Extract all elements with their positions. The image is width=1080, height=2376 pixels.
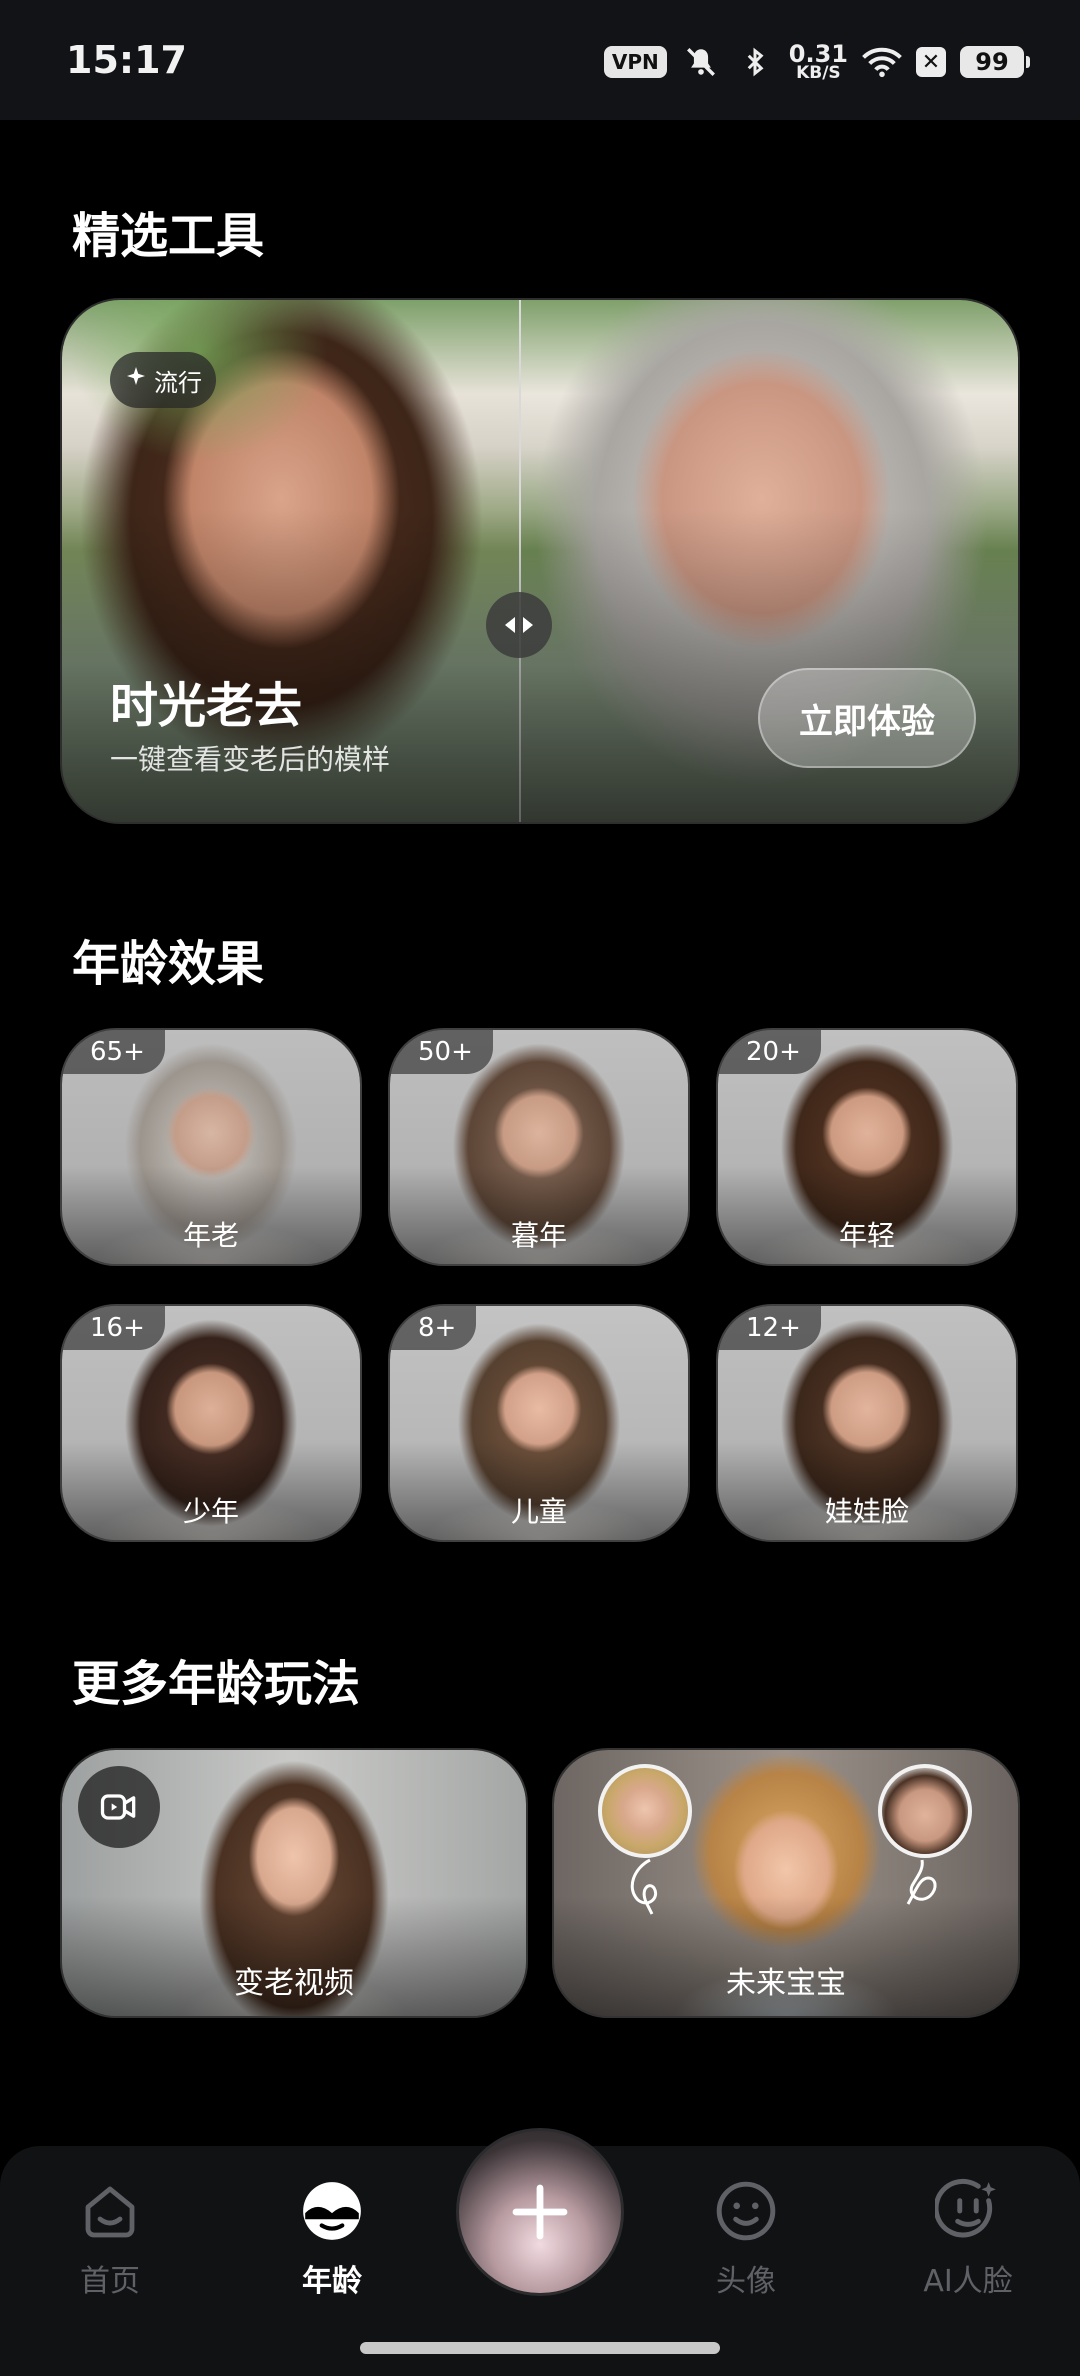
- age-card-old[interactable]: 65+ 年老: [60, 1028, 362, 1266]
- battery-icon: 99: [960, 46, 1030, 78]
- status-bar: 15:17 VPN 0.31 KB/S ✕ 99: [0, 0, 1080, 120]
- age-card-teen[interactable]: 16+ 少年: [60, 1304, 362, 1542]
- net-speed: 0.31 KB/S: [788, 39, 848, 83]
- age-badge: 16+: [62, 1306, 165, 1350]
- future-baby-card[interactable]: 未来宝宝: [552, 1748, 1020, 2018]
- video-camera-icon: [78, 1766, 160, 1848]
- nav-label: 首页: [80, 2264, 140, 2299]
- vpn-badge: VPN: [603, 46, 667, 78]
- home-face-icon: [77, 2178, 143, 2244]
- age-card-babyface[interactable]: 12+ 娃娃脸: [716, 1304, 1018, 1542]
- age-badge: 20+: [718, 1030, 821, 1074]
- age-label: 儿童: [510, 1495, 567, 1528]
- plus-icon: [512, 2184, 568, 2240]
- status-time: 15:17: [66, 38, 187, 82]
- aging-video-card[interactable]: 变老视频: [60, 1748, 528, 2018]
- future-baby-label: 未来宝宝: [726, 1966, 846, 2001]
- mute-bell-icon: [681, 42, 721, 82]
- link-curl-left: [630, 1858, 657, 1915]
- nav-label: 年龄: [302, 2264, 362, 2299]
- try-now-button[interactable]: 立即体验: [758, 668, 976, 768]
- link-curl-right: [906, 1859, 937, 1905]
- nav-label: AI人脸: [923, 2264, 1013, 2299]
- featured-card-aging[interactable]: 流行 时光老去 一键查看变老后的模样 立即体验: [60, 298, 1020, 824]
- featured-subtitle: 一键查看变老后的模样: [110, 743, 391, 776]
- age-label: 年轻: [838, 1219, 895, 1252]
- close-box-icon: ✕: [916, 47, 946, 77]
- nav-ai-face[interactable]: AI人脸: [888, 2178, 1048, 2300]
- age-card-young[interactable]: 20+ 年轻: [716, 1028, 1018, 1266]
- age-card-senior[interactable]: 50+ 暮年: [388, 1028, 690, 1266]
- smile-face-icon: [713, 2178, 779, 2244]
- nav-avatar[interactable]: 头像: [666, 2178, 826, 2300]
- trending-tag-label: 流行: [154, 368, 202, 397]
- age-effects-section-title: 年龄效果: [72, 936, 265, 992]
- age-label: 少年: [182, 1495, 239, 1528]
- sparkle-icon: [124, 365, 148, 395]
- age-label: 暮年: [510, 1219, 567, 1252]
- bluetooth-icon: [735, 42, 775, 82]
- ai-face-icon: [935, 2178, 1001, 2244]
- more-section-title: 更多年龄玩法: [72, 1656, 361, 1712]
- mother-avatar: [598, 1764, 692, 1858]
- aging-video-label: 变老视频: [234, 1966, 354, 2001]
- status-icons: VPN 0.31 KB/S ✕ 99: [603, 39, 1030, 84]
- nav-age[interactable]: 年龄: [252, 2178, 412, 2300]
- compare-slider-handle[interactable]: [486, 592, 552, 658]
- age-label: 年老: [182, 1219, 239, 1252]
- age-label: 娃娃脸: [824, 1495, 909, 1528]
- nav-label: 头像: [716, 2264, 776, 2299]
- age-badge: 12+: [718, 1306, 821, 1350]
- nav-home[interactable]: 首页: [30, 2178, 190, 2300]
- create-button[interactable]: [456, 2128, 624, 2296]
- age-face-icon: [299, 2178, 365, 2244]
- featured-title: 时光老去: [110, 678, 303, 734]
- featured-section-title: 精选工具: [72, 208, 265, 264]
- home-indicator[interactable]: [360, 2342, 720, 2354]
- trending-tag: 流行: [110, 352, 216, 408]
- age-badge: 65+: [62, 1030, 165, 1074]
- age-badge: 50+: [390, 1030, 493, 1074]
- wifi-icon: [862, 42, 902, 82]
- age-card-child[interactable]: 8+ 儿童: [388, 1304, 690, 1542]
- father-avatar: [878, 1764, 972, 1858]
- age-badge: 8+: [390, 1306, 477, 1350]
